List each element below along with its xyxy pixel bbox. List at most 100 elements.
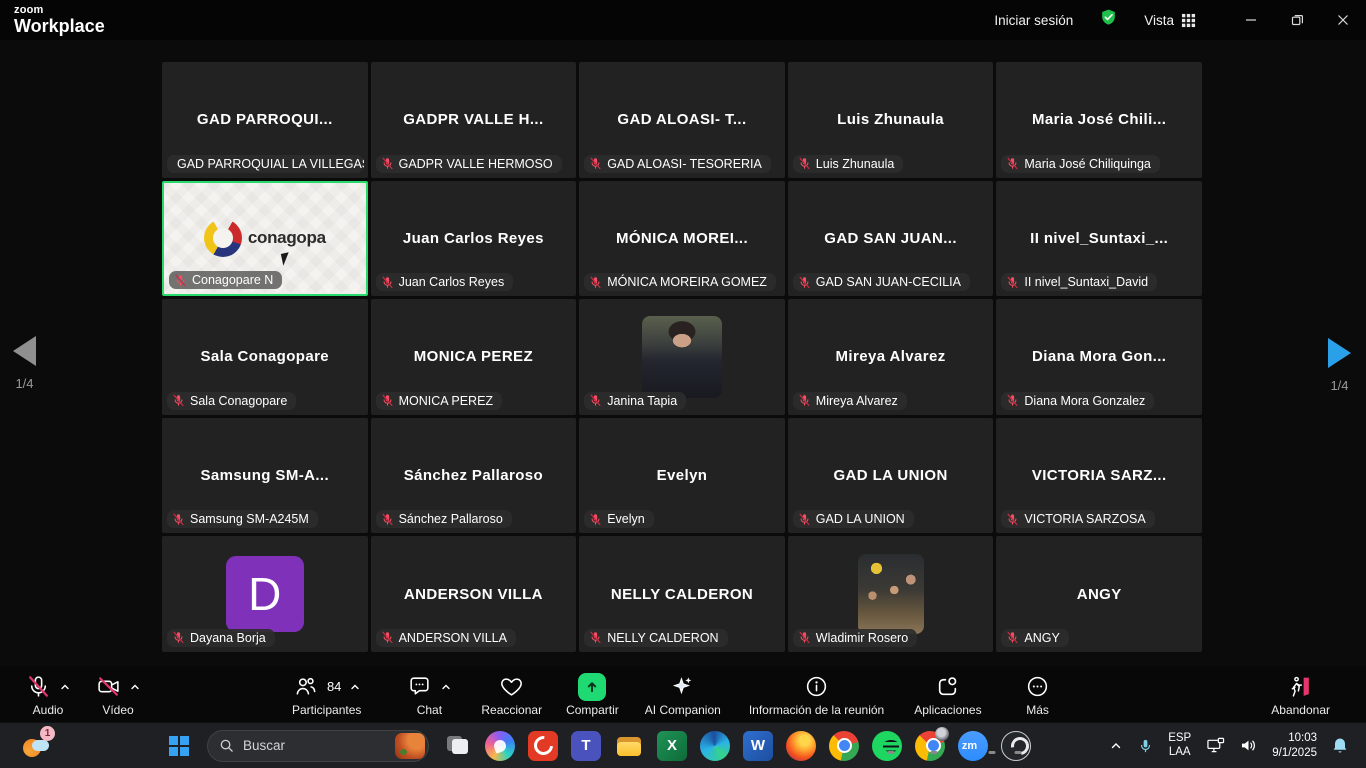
participant-tile-13[interactable]: Janina Tapia xyxy=(579,299,785,415)
participant-name: GAD SAN JUAN... xyxy=(814,230,967,247)
sign-in-button[interactable]: Iniciar sesión xyxy=(994,13,1073,28)
search-input[interactable]: Buscar xyxy=(207,730,429,762)
taskbar-clock[interactable]: 10:03 9/1/2025 xyxy=(1272,731,1317,760)
chat-button[interactable]: Chat xyxy=(403,672,455,717)
file-explorer-icon[interactable] xyxy=(614,731,644,761)
participants-button[interactable]: 84 Participantes xyxy=(292,672,361,717)
participant-tile-3[interactable]: GAD ALOASI- T...GAD ALOASI- TESORERIA xyxy=(579,62,785,178)
notification-bell-icon[interactable] xyxy=(1332,737,1348,754)
participant-tile-19[interactable]: GAD LA UNIONGAD LA UNION xyxy=(788,418,994,534)
edge-icon[interactable] xyxy=(700,731,730,761)
audio-button[interactable]: Audio xyxy=(22,672,74,717)
network-icon[interactable] xyxy=(1206,737,1225,754)
gallery-prev-page[interactable]: 1/4 xyxy=(13,336,36,391)
taskbar-center: Buscar T X Wzm xyxy=(164,730,1031,762)
tray-chevron-icon[interactable] xyxy=(1109,739,1123,753)
minimize-button[interactable] xyxy=(1228,0,1274,40)
participant-tile-17[interactable]: Sánchez PallarosoSánchez Pallaroso xyxy=(371,418,577,534)
participant-tile-11[interactable]: Sala ConagopareSala Conagopare xyxy=(162,299,368,415)
participant-label: ANDERSON VILLA xyxy=(376,629,516,647)
participant-label: Evelyn xyxy=(584,510,654,528)
mic-muted-icon xyxy=(1006,276,1019,289)
spotify-icon[interactable] xyxy=(872,731,902,761)
obs-icon[interactable] xyxy=(1001,731,1031,761)
info-icon xyxy=(804,674,829,699)
prev-page-arrow-icon[interactable] xyxy=(13,336,36,366)
mic-muted-icon xyxy=(381,631,394,644)
participant-tile-24[interactable]: Wladimir Rosero xyxy=(788,536,994,652)
participant-name: Diana Mora Gon... xyxy=(1022,348,1176,365)
security-shield-icon[interactable] xyxy=(1099,8,1118,32)
mic-muted-icon xyxy=(1006,157,1019,170)
participant-tile-5[interactable]: Maria José Chili...Maria José Chiliquing… xyxy=(996,62,1202,178)
participant-tile-4[interactable]: Luis ZhunaulaLuis Zhunaula xyxy=(788,62,994,178)
participant-label: Wladimir Rosero xyxy=(793,629,917,647)
firefox-icon[interactable] xyxy=(786,731,816,761)
gallery-next-page[interactable]: 1/4 xyxy=(1328,338,1351,393)
heart-icon xyxy=(499,674,524,699)
participant-tile-25[interactable]: ANGYANGY xyxy=(996,536,1202,652)
participant-name: ANGY xyxy=(1067,586,1132,603)
share-button[interactable]: Compartir xyxy=(566,672,619,717)
pdf-reader-icon[interactable] xyxy=(528,731,558,761)
react-button[interactable]: Reaccionar xyxy=(481,672,542,717)
view-button[interactable]: Vista xyxy=(1144,13,1196,28)
chrome2-icon[interactable] xyxy=(915,731,945,761)
participant-tile-10[interactable]: II nivel_Suntaxi_...II nivel_Suntaxi_Dav… xyxy=(996,181,1202,297)
video-options-chevron[interactable] xyxy=(130,682,140,692)
next-page-arrow-icon[interactable] xyxy=(1328,338,1351,368)
meeting-info-button[interactable]: Información de la reunión xyxy=(749,672,884,717)
excel-icon[interactable]: X xyxy=(657,731,687,761)
participant-tile-2[interactable]: GADPR VALLE H...GADPR VALLE HERMOSO xyxy=(371,62,577,178)
copilot-icon[interactable] xyxy=(485,731,515,761)
mic-muted-icon xyxy=(381,513,394,526)
ai-companion-button[interactable]: AI Companion xyxy=(645,672,721,717)
tray-mic-icon[interactable] xyxy=(1138,738,1153,754)
participant-label: GAD PARROQUIAL LA VILLEGAS xyxy=(167,155,364,173)
video-button[interactable]: Vídeo xyxy=(92,672,144,717)
participants-options-chevron[interactable] xyxy=(350,682,360,692)
participant-tile-1[interactable]: GAD PARROQUI...GAD PARROQUIAL LA VILLEGA… xyxy=(162,62,368,178)
page-indicator-left: 1/4 xyxy=(15,376,33,391)
participant-tile-20[interactable]: VICTORIA SARZ...VICTORIA SARZOSA xyxy=(996,418,1202,534)
chrome-icon[interactable] xyxy=(829,731,859,761)
participant-tile-8[interactable]: MÓNICA MOREI...MÓNICA MOREIRA GOMEZ xyxy=(579,181,785,297)
running-indicator xyxy=(887,751,894,754)
participant-tile-16[interactable]: Samsung SM-A...Samsung SM-A245M xyxy=(162,418,368,534)
more-button[interactable]: Más xyxy=(1012,672,1064,717)
participant-tile-14[interactable]: Mireya AlvarezMireya Alvarez xyxy=(788,299,994,415)
audio-options-chevron[interactable] xyxy=(60,682,70,692)
participant-tile-18[interactable]: EvelynEvelyn xyxy=(579,418,785,534)
participant-label: Janina Tapia xyxy=(584,392,686,410)
participant-tile-12[interactable]: MONICA PEREZMONICA PEREZ xyxy=(371,299,577,415)
participant-tile-7[interactable]: Juan Carlos ReyesJuan Carlos Reyes xyxy=(371,181,577,297)
participant-tile-6[interactable]: conagopaConagopare N xyxy=(162,181,368,297)
zoom-app-icon[interactable]: zm xyxy=(958,731,988,761)
mic-muted-icon xyxy=(589,157,602,170)
conagopare-logo: conagopa xyxy=(204,219,326,257)
participant-tile-15[interactable]: Diana Mora Gon...Diana Mora Gonzalez xyxy=(996,299,1202,415)
chat-options-chevron[interactable] xyxy=(441,682,451,692)
participant-tile-9[interactable]: GAD SAN JUAN...GAD SAN JUAN-CECILIA xyxy=(788,181,994,297)
widgets-icon[interactable]: 1 xyxy=(20,730,52,762)
close-button[interactable] xyxy=(1320,0,1366,40)
teams-icon[interactable]: T xyxy=(571,731,601,761)
volume-icon[interactable] xyxy=(1240,738,1257,753)
word-icon[interactable]: W xyxy=(743,731,773,761)
participant-tile-23[interactable]: NELLY CALDERONNELLY CALDERON xyxy=(579,536,785,652)
language-indicator[interactable]: ESP LAA xyxy=(1168,732,1191,760)
meeting-toolbar: Audio Vídeo 84 Participantes Chat xyxy=(0,666,1366,722)
start-button-icon[interactable] xyxy=(164,731,194,761)
participant-tile-22[interactable]: ANDERSON VILLAANDERSON VILLA xyxy=(371,536,577,652)
task-view-icon[interactable] xyxy=(442,731,472,761)
participant-name: GAD LA UNION xyxy=(823,467,957,484)
participant-tile-21[interactable]: DDayana Borja xyxy=(162,536,368,652)
participant-label: Dayana Borja xyxy=(167,629,275,647)
title-bar: zoom Workplace Iniciar sesión Vista xyxy=(0,0,1366,40)
restore-button[interactable] xyxy=(1274,0,1320,40)
running-indicator xyxy=(989,751,996,754)
search-highlight-image[interactable] xyxy=(395,733,425,759)
mic-muted-icon xyxy=(381,276,394,289)
apps-button[interactable]: Aplicaciones xyxy=(914,672,981,717)
leave-meeting-button[interactable]: Abandonar xyxy=(1271,672,1330,717)
